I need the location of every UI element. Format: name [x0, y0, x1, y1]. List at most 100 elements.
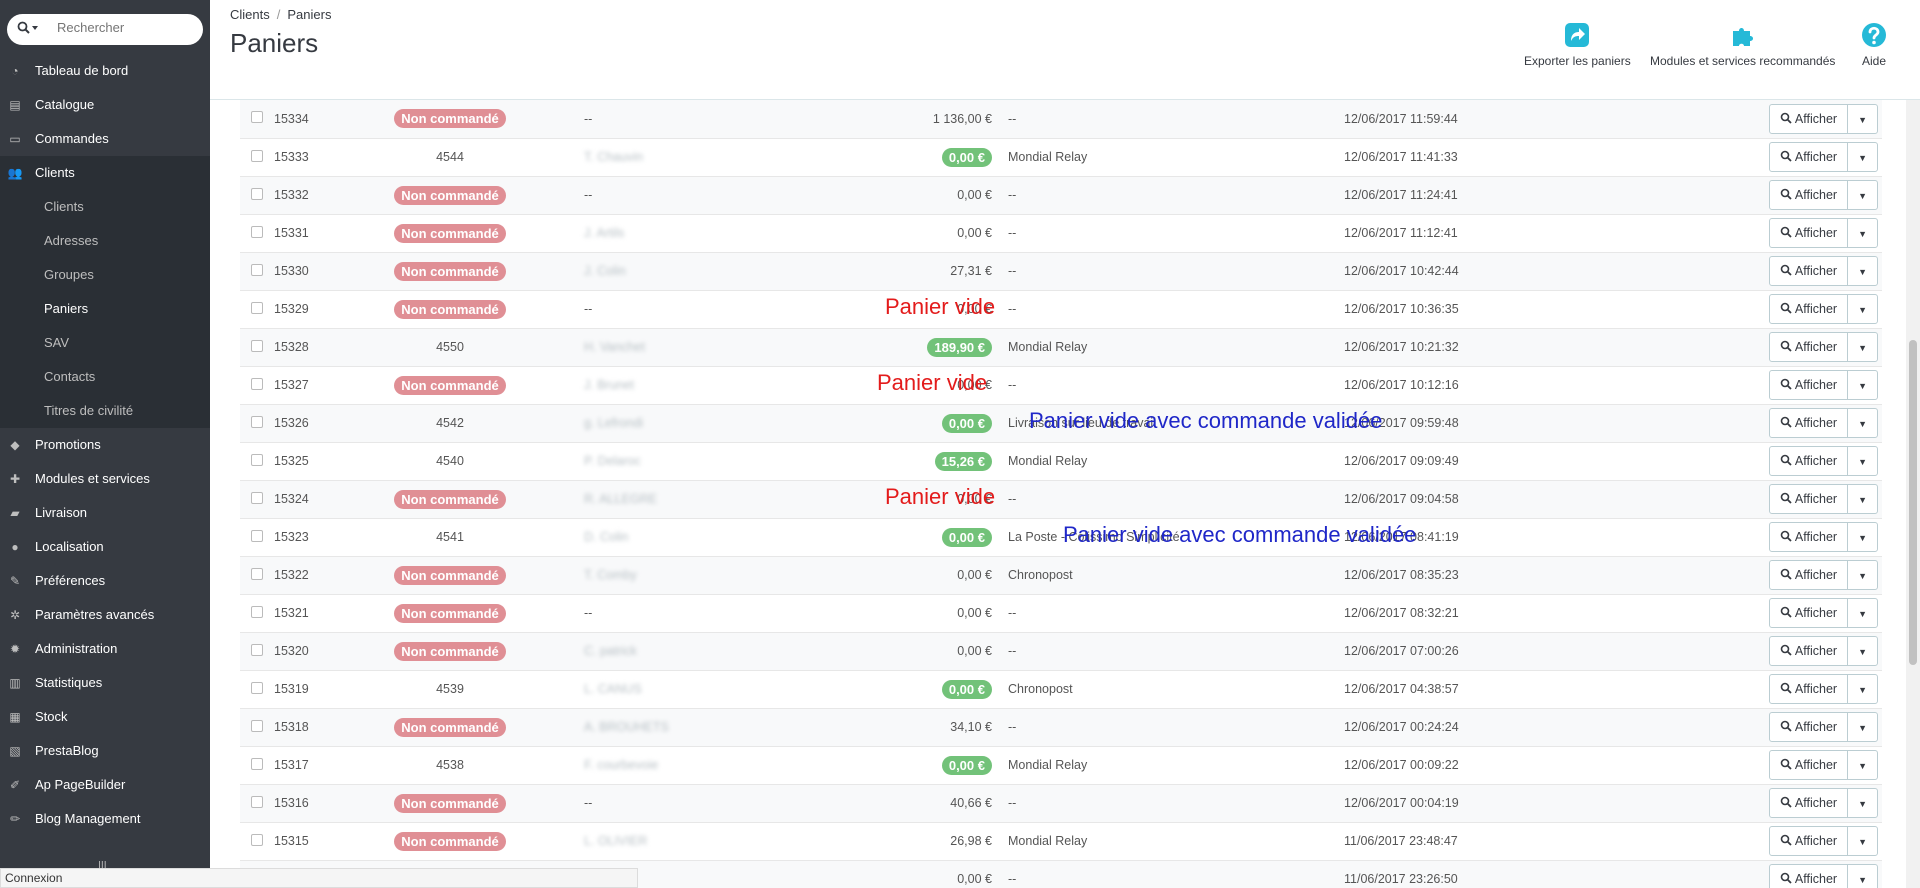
row-checkbox[interactable]	[251, 833, 263, 846]
row-checkbox[interactable]	[251, 757, 263, 770]
recommended-modules-button[interactable]: Modules et services recommandés	[1650, 22, 1835, 68]
sidebar-item-blog-management[interactable]: ✏ Blog Management	[0, 802, 210, 836]
sidebar-item-sub-titres-de-civilite[interactable]: Titres de civilité	[0, 394, 210, 428]
view-cart-label: Afficher	[1794, 378, 1838, 392]
row-checkbox[interactable]	[251, 719, 263, 732]
row-checkbox[interactable]	[251, 263, 263, 276]
sidebar-item-administration[interactable]: ✹ Administration	[0, 632, 210, 666]
chevron-down-icon[interactable]: ▼	[1848, 676, 1877, 704]
view-cart-button[interactable]: Afficher ▼	[1768, 598, 1878, 628]
breadcrumb-clients[interactable]: Clients	[230, 7, 270, 22]
sidebar-item-sub-sav[interactable]: SAV	[0, 326, 210, 360]
row-checkbox[interactable]	[251, 377, 263, 390]
view-cart-button[interactable]: Afficher ▼	[1768, 826, 1878, 856]
chevron-down-icon[interactable]: ▼	[1848, 638, 1877, 666]
sidebar-item-ap-pagebuilder[interactable]: ✐ Ap PageBuilder	[0, 768, 210, 802]
chevron-down-icon[interactable]: ▼	[1848, 866, 1877, 888]
sidebar-item-prestablog[interactable]: ▧ PrestaBlog	[0, 734, 210, 768]
sidebar-item-tableau-de-bord[interactable]: ◔ Tableau de bord	[0, 54, 210, 88]
row-checkbox[interactable]	[251, 415, 263, 428]
carrier: --	[1008, 226, 1017, 240]
row-checkbox[interactable]	[251, 643, 263, 656]
page-scrollbar[interactable]	[1906, 100, 1920, 888]
row-checkbox[interactable]	[251, 681, 263, 694]
chevron-down-icon[interactable]: ▼	[1848, 714, 1877, 742]
view-cart-button[interactable]: Afficher ▼	[1768, 674, 1878, 704]
export-carts-button[interactable]: Exporter les paniers	[1524, 22, 1631, 68]
carrier: --	[1008, 188, 1017, 202]
sidebar-item-preferences[interactable]: ✎ Préférences	[0, 564, 210, 598]
chevron-down-icon[interactable]: ▼	[1848, 828, 1877, 856]
sidebar-item-sub-adresses[interactable]: Adresses	[0, 224, 210, 258]
sidebar-item-clients[interactable]: 👥 Clients	[0, 156, 210, 190]
order-status-badge: Non commandé	[394, 375, 506, 395]
view-cart-button[interactable]: Afficher ▼	[1768, 750, 1878, 780]
chevron-down-icon[interactable]: ▼	[1848, 334, 1877, 362]
view-cart-button[interactable]: Afficher ▼	[1768, 332, 1878, 362]
chevron-down-icon[interactable]: ▼	[1848, 752, 1877, 780]
view-cart-button[interactable]: Afficher ▼	[1768, 446, 1878, 476]
chevron-down-icon[interactable]: ▼	[1848, 410, 1877, 438]
chevron-down-icon[interactable]: ▼	[1848, 372, 1877, 400]
search-box[interactable]	[7, 14, 203, 45]
sidebar-item-sub-groupes[interactable]: Groupes	[0, 258, 210, 292]
help-button[interactable]: Aide	[1861, 22, 1887, 68]
sidebar-item-localisation[interactable]: ● Localisation	[0, 530, 210, 564]
chevron-down-icon[interactable]: ▼	[1848, 524, 1877, 552]
row-checkbox[interactable]	[251, 301, 263, 314]
sidebar-item-livraison[interactable]: ▰ Livraison	[0, 496, 210, 530]
view-cart-button[interactable]: Afficher ▼	[1768, 864, 1878, 888]
row-checkbox[interactable]	[251, 529, 263, 542]
view-cart-button[interactable]: Afficher ▼	[1768, 408, 1878, 438]
row-checkbox[interactable]	[251, 605, 263, 618]
chevron-down-icon[interactable]: ▼	[1848, 448, 1877, 476]
scrollbar-thumb[interactable]	[1909, 340, 1917, 665]
row-checkbox[interactable]	[251, 567, 263, 580]
view-cart-button[interactable]: Afficher ▼	[1768, 294, 1878, 324]
sidebar-item-statistiques[interactable]: ▥ Statistiques	[0, 666, 210, 700]
view-cart-button[interactable]: Afficher ▼	[1768, 103, 1878, 134]
chevron-down-icon[interactable]: ▼	[1848, 144, 1877, 172]
cart-id: 15316	[274, 796, 309, 810]
sidebar-item-sub-contacts[interactable]: Contacts	[0, 360, 210, 394]
sidebar-item-catalogue[interactable]: ▤ Catalogue	[0, 88, 210, 122]
view-cart-button[interactable]: Afficher ▼	[1768, 522, 1878, 552]
row-checkbox[interactable]	[251, 453, 263, 466]
chevron-down-icon[interactable]: ▼	[1848, 790, 1877, 818]
sidebar-item-sub-paniers[interactable]: Paniers	[0, 292, 210, 326]
search-input[interactable]	[57, 20, 192, 35]
row-checkbox[interactable]	[251, 187, 263, 200]
row-checkbox[interactable]	[251, 149, 263, 162]
row-checkbox[interactable]	[251, 225, 263, 238]
row-checkbox[interactable]	[251, 795, 263, 808]
export-carts-label: Exporter les paniers	[1524, 54, 1631, 68]
view-cart-button[interactable]: Afficher ▼	[1768, 712, 1878, 742]
view-cart-button[interactable]: Afficher ▼	[1768, 180, 1878, 210]
sidebar-item-promotions[interactable]: ◆ Promotions	[0, 428, 210, 462]
view-cart-button[interactable]: Afficher ▼	[1768, 370, 1878, 400]
row-checkbox[interactable]	[251, 111, 263, 124]
view-cart-button[interactable]: Afficher ▼	[1768, 218, 1878, 248]
chevron-down-icon[interactable]: ▼	[1848, 562, 1877, 590]
chevron-down-icon[interactable]: ▼	[1848, 106, 1877, 134]
sidebar-item-commandes[interactable]: ▭ Commandes	[0, 122, 210, 156]
chevron-down-icon[interactable]: ▼	[1848, 220, 1877, 248]
sidebar-item-modules-et-services[interactable]: ✚ Modules et services	[0, 462, 210, 496]
view-cart-button[interactable]: Afficher ▼	[1768, 560, 1878, 590]
search-icon[interactable]	[17, 21, 39, 38]
view-cart-button[interactable]: Afficher ▼	[1768, 142, 1878, 172]
sidebar-item-stock[interactable]: ▦ Stock	[0, 700, 210, 734]
sidebar-item-parametres-avances[interactable]: ✲ Paramètres avancés	[0, 598, 210, 632]
chevron-down-icon[interactable]: ▼	[1848, 296, 1877, 324]
chevron-down-icon[interactable]: ▼	[1848, 258, 1877, 286]
view-cart-button[interactable]: Afficher ▼	[1768, 484, 1878, 514]
view-cart-button[interactable]: Afficher ▼	[1768, 636, 1878, 666]
view-cart-button[interactable]: Afficher ▼	[1768, 788, 1878, 818]
sidebar-item-sub-clients[interactable]: Clients	[0, 190, 210, 224]
row-checkbox[interactable]	[251, 491, 263, 504]
view-cart-button[interactable]: Afficher ▼	[1768, 256, 1878, 286]
chevron-down-icon[interactable]: ▼	[1848, 600, 1877, 628]
chevron-down-icon[interactable]: ▼	[1848, 182, 1877, 210]
row-checkbox[interactable]	[251, 339, 263, 352]
chevron-down-icon[interactable]: ▼	[1848, 486, 1877, 514]
